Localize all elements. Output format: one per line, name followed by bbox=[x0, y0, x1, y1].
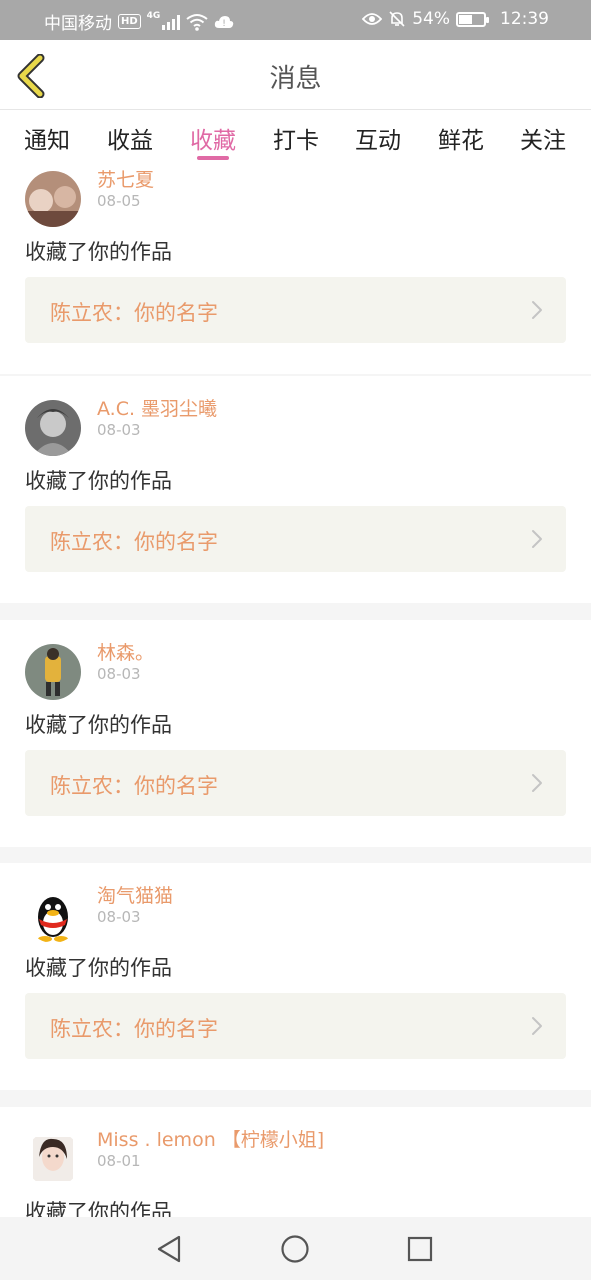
username[interactable]: Miss . lemon 【柠檬小姐] bbox=[97, 1125, 324, 1152]
action-text: 收藏了你的作品 bbox=[25, 469, 172, 493]
carrier-label: 中国移动 bbox=[44, 14, 112, 34]
chevron-right-icon bbox=[532, 301, 542, 319]
hd-badge: HD bbox=[118, 14, 141, 29]
home-circle-icon bbox=[281, 1235, 309, 1263]
eye-icon bbox=[362, 13, 383, 25]
action-text: 收藏了你的作品 bbox=[25, 1200, 172, 1217]
status-bar: 中国移动 HD 4G ! 54% 12:39 bbox=[0, 0, 591, 40]
network-type: 4G bbox=[146, 10, 161, 21]
message-date: 08-03 bbox=[97, 421, 141, 439]
chevron-right-icon bbox=[532, 1017, 542, 1035]
list-item[interactable]: 苏七夏 08-05 收藏了你的作品陈立农：你的名字 bbox=[0, 167, 591, 374]
username[interactable]: A.C. 墨羽尘曦 bbox=[97, 394, 217, 421]
tab-5[interactable]: 互动 bbox=[355, 121, 401, 155]
tab-3[interactable]: 收藏 bbox=[190, 121, 236, 155]
mute-bell-icon bbox=[389, 11, 405, 27]
status-bar-right: 54% 12:39 bbox=[362, 9, 549, 29]
avatar[interactable] bbox=[25, 887, 81, 943]
cloud-icon: ! bbox=[215, 15, 234, 29]
app-header: 消息 bbox=[0, 40, 591, 110]
message-date: 08-01 bbox=[97, 1152, 141, 1170]
avatar[interactable] bbox=[25, 171, 81, 227]
list-item[interactable]: Miss . lemon 【柠檬小姐]08-01收藏了你的作品陈立农：你的名字 bbox=[0, 1107, 591, 1217]
tab-7[interactable]: 关注 bbox=[520, 121, 566, 155]
list-item[interactable]: 林森。 08-03 收藏了你的作品陈立农：你的名字 bbox=[0, 620, 591, 847]
back-triangle-icon bbox=[157, 1235, 181, 1263]
battery-percent: 54% bbox=[412, 9, 450, 29]
battery-icon bbox=[456, 11, 489, 27]
active-tab-indicator bbox=[197, 156, 229, 160]
message-date: 08-05 bbox=[97, 192, 141, 210]
system-nav-bar bbox=[0, 1217, 591, 1280]
svg-text:!: ! bbox=[223, 19, 227, 29]
work-title: 陈立农：你的名字 bbox=[50, 1017, 218, 1041]
list-item[interactable]: A.C. 墨羽尘曦 08-03 收藏了你的作品陈立农：你的名字 bbox=[0, 376, 591, 603]
tab-2[interactable]: 收益 bbox=[107, 121, 153, 155]
action-text: 收藏了你的作品 bbox=[25, 240, 172, 264]
clock: 12:39 bbox=[500, 9, 549, 29]
avatar[interactable] bbox=[25, 400, 81, 456]
work-link[interactable]: 陈立农：你的名字 bbox=[25, 506, 566, 572]
work-title: 陈立农：你的名字 bbox=[50, 301, 218, 325]
tab-4[interactable]: 打卡 bbox=[273, 121, 319, 155]
list-item[interactable]: 淘气猫猫 08-03 收藏了你的作品陈立农：你的名字 bbox=[0, 863, 591, 1090]
wifi-icon bbox=[186, 13, 208, 31]
signal-icon bbox=[162, 14, 181, 30]
tab-1[interactable]: 通知 bbox=[24, 121, 70, 155]
action-text: 收藏了你的作品 bbox=[25, 956, 172, 980]
recents-square-icon bbox=[407, 1236, 433, 1262]
message-list[interactable]: 苏七夏 08-05 收藏了你的作品 陈立农：你的名字 A.C. 墨羽尘曦 08-03 收藏了… bbox=[0, 167, 591, 1217]
username[interactable]: 苏七夏 bbox=[97, 167, 154, 192]
message-date: 08-03 bbox=[97, 908, 141, 926]
work-link[interactable]: 陈立农：你的名字 bbox=[25, 993, 566, 1059]
chevron-right-icon bbox=[532, 774, 542, 792]
username[interactable]: 淘气猫猫 bbox=[97, 881, 173, 908]
message-date: 08-03 bbox=[97, 665, 141, 683]
tab-6[interactable]: 鲜花 bbox=[438, 121, 484, 155]
nav-home-button[interactable] bbox=[279, 1233, 311, 1265]
nav-back-button[interactable] bbox=[153, 1233, 185, 1265]
chevron-right-icon bbox=[532, 530, 542, 548]
work-title: 陈立农：你的名字 bbox=[50, 530, 218, 554]
avatar[interactable] bbox=[25, 644, 81, 700]
work-link[interactable]: 陈立农：你的名字 bbox=[25, 750, 566, 816]
work-title: 陈立农：你的名字 bbox=[50, 774, 218, 798]
page-title: 消息 bbox=[269, 64, 322, 94]
nav-recents-button[interactable] bbox=[404, 1233, 436, 1265]
status-bar-left: 中国移动 HD 4G ! bbox=[44, 9, 234, 34]
avatar[interactable] bbox=[25, 1131, 81, 1187]
action-text: 收藏了你的作品 bbox=[25, 713, 172, 737]
tab-bar: 通知 收益 收藏 打卡 互动 鲜花 关注 bbox=[0, 111, 591, 167]
work-link[interactable]: 陈立农：你的名字 bbox=[25, 277, 566, 343]
username[interactable]: 林森。 bbox=[97, 638, 154, 665]
